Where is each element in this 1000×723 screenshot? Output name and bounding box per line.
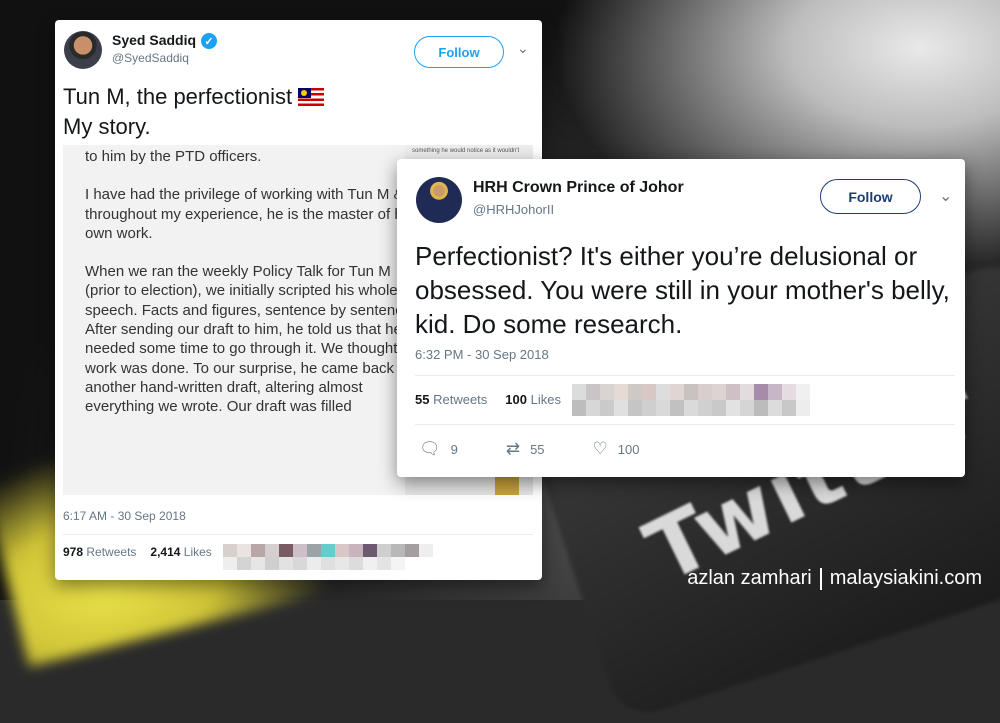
tweet-timestamp[interactable]: 6:17 AM - 30 Sep 2018 (63, 509, 186, 523)
tweet-card-crown-prince: HRH Crown Prince of Johor @HRHJohorII Fo… (397, 159, 965, 477)
tweet-stats: 978 Retweets 2,414 Likes (63, 545, 212, 559)
like-count: 100 (617, 441, 640, 457)
retweet-icon: ⇄ (505, 439, 521, 458)
story-paragraph: I have had the privilege of working with… (85, 186, 414, 242)
image-story-text: to him by the PTD officers. I have had t… (85, 147, 425, 436)
follow-button[interactable]: Follow (414, 36, 504, 68)
follow-button[interactable]: Follow (820, 179, 921, 214)
chevron-down-icon[interactable]: ⌄ (517, 40, 529, 57)
photographer-credit: azlan zamhari (687, 567, 812, 589)
tweet-text: Perfectionist? It's either you’re delusi… (415, 241, 950, 339)
retweet-count: 55 (530, 441, 545, 457)
retweets-stat[interactable]: 55 Retweets (415, 392, 487, 407)
author-handle[interactable]: @SyedSaddiq (112, 51, 189, 65)
tweet-actions: 🗨︎ 9 ⇄ 55 ♡ 100 (419, 439, 688, 459)
liker-avatars-blurred (223, 544, 447, 570)
avatar[interactable] (64, 31, 102, 69)
verified-badge-icon: ✓ (201, 33, 217, 49)
divider (415, 424, 955, 425)
site-credit: malaysiakini.com (829, 567, 982, 589)
avatar[interactable] (416, 177, 462, 223)
reply-count: 9 (450, 441, 458, 457)
tweet-text: Tun M, the perfectionist My story. (63, 82, 325, 142)
heart-icon: ♡ (592, 439, 608, 458)
retweet-action[interactable]: ⇄ 55 (506, 439, 545, 459)
retweets-stat[interactable]: 978 Retweets (63, 545, 136, 559)
divider (415, 375, 955, 376)
credit-separator (819, 567, 822, 590)
reply-icon: 🗨︎ (419, 439, 441, 458)
tweet-stats: 55 Retweets 100 Likes (415, 392, 561, 407)
author-handle[interactable]: @HRHJohorII (473, 202, 554, 217)
tweet-text-line1: Tun M, the perfectionist (63, 84, 293, 109)
image-side-text: something he would notice as it wouldn't (412, 148, 520, 154)
likes-stat[interactable]: 2,414 Likes (150, 545, 211, 559)
likes-stat[interactable]: 100 Likes (505, 392, 561, 407)
reply-action[interactable]: 🗨︎ 9 (419, 439, 458, 459)
photo-credit: azlan zamhari malaysiakini.com (687, 567, 982, 590)
story-paragraph: When we ran the weekly Policy Talk for T… (85, 263, 425, 416)
malaysia-flag-icon (298, 88, 325, 106)
tweet-text-line2: My story. (63, 114, 151, 139)
like-action[interactable]: ♡ 100 (593, 439, 640, 459)
liker-avatars-blurred (572, 384, 824, 416)
story-paragraph: to him by the PTD officers. (85, 148, 262, 165)
divider (63, 534, 533, 535)
author-name[interactable]: HRH Crown Prince of Johor (473, 179, 684, 197)
tweet-timestamp[interactable]: 6:32 PM - 30 Sep 2018 (415, 347, 549, 362)
author-name[interactable]: Syed Saddiq (112, 32, 196, 48)
chevron-down-icon[interactable]: ⌄ (939, 186, 952, 206)
